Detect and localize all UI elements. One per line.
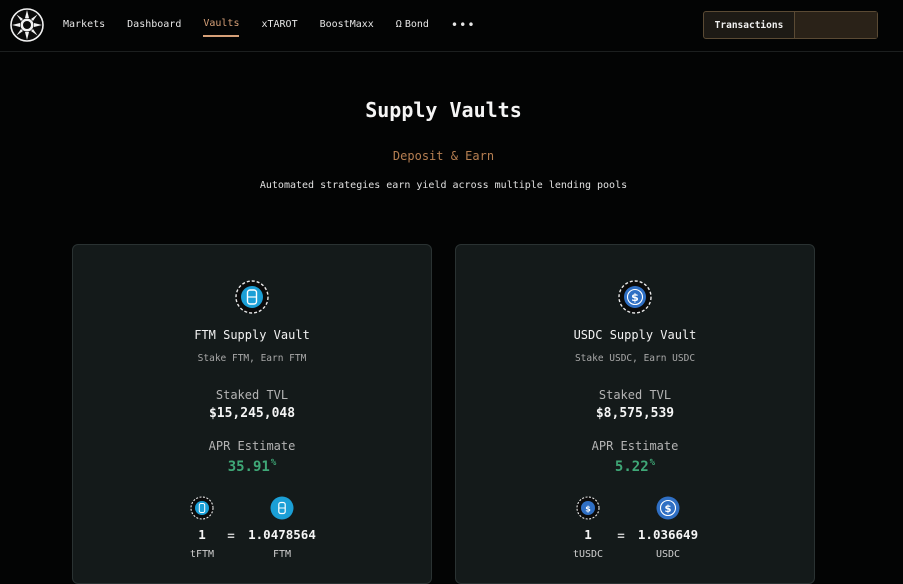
nav-markets[interactable]: Markets (63, 17, 105, 37)
apr-number: 5.22 (614, 459, 649, 475)
exchange-equals: = (227, 528, 235, 543)
vault-title: FTM Supply Vault (194, 328, 310, 342)
tvl-label: Staked TVL (598, 388, 672, 402)
vault-card-ftm[interactable]: FTM Supply Vault Stake FTM, Earn FTM Sta… (72, 244, 432, 584)
nav-boostmaxx[interactable]: BoostMaxx (320, 17, 374, 37)
vault-subtitle: Stake USDC, Earn USDC (574, 353, 696, 364)
account-button[interactable] (795, 12, 877, 38)
nav-bond[interactable]: Ω Bond (396, 17, 429, 37)
tvl-value: $8,575,539 (595, 406, 675, 421)
page-title: Supply Vaults (365, 98, 522, 122)
exchange-left-token: tFTM (189, 549, 215, 560)
tvl-value: $15,245,048 (208, 406, 296, 421)
svg-text:$: $ (631, 291, 639, 304)
apr-unit: % (649, 458, 656, 468)
exchange-left-token: tUSDC (572, 549, 604, 560)
apr-value: 5.22% (456, 458, 814, 475)
vault-title: USDC Supply Vault (573, 328, 697, 342)
exchange-right-amount: 1.0478564 (248, 527, 316, 542)
transactions-button[interactable]: Transactions (704, 12, 795, 38)
vault-card-usdc[interactable]: $ USDC Supply Vault Stake USDC, Earn USD… (455, 244, 815, 584)
nav-xtarot[interactable]: xTAROT (261, 17, 297, 37)
apr-value: 35.91% (73, 458, 431, 475)
omega-icon: Ω (395, 19, 402, 30)
transactions-label: Transactions (714, 19, 784, 31)
page-description: Automated strategies earn yield across m… (259, 180, 628, 191)
nav-dashboard-label: Dashboard (127, 19, 182, 30)
apr-number: 35.91 (227, 459, 270, 475)
vault-subtitle: Stake FTM, Earn FTM (197, 353, 307, 364)
apr-label: APR Estimate (591, 439, 679, 453)
nav-xtarot-label: xTAROT (261, 19, 298, 30)
wallet-controls: Transactions (703, 11, 878, 39)
tusdc-token-icon: $ (576, 496, 600, 520)
tftm-token-icon (190, 496, 214, 520)
exchange-right-amount: 1.036649 (637, 527, 699, 542)
nav-dashboard[interactable]: Dashboard (127, 17, 181, 37)
nav-vaults-label: Vaults (203, 18, 240, 29)
nav-bond-label: Bond (404, 19, 429, 30)
nav-boostmaxx-label: BoostMaxx (319, 19, 374, 30)
nav-vaults[interactable]: Vaults (203, 17, 240, 37)
apr-unit: % (270, 458, 277, 468)
svg-text:$: $ (585, 505, 591, 514)
main-nav: Markets Dashboard Vaults xTAROT BoostMax… (63, 17, 498, 37)
exchange-right-token: USDC (655, 549, 681, 560)
ftm-vault-icon (235, 280, 269, 314)
svg-text:$: $ (665, 504, 672, 515)
apr-label: APR Estimate (208, 439, 296, 453)
exchange-left-amount: 1 (584, 527, 592, 542)
tarot-logo-icon[interactable] (9, 7, 45, 43)
usdc-token-icon: $ (656, 496, 680, 520)
tvl-label: Staked TVL (215, 388, 289, 402)
exchange-left-amount: 1 (198, 527, 206, 542)
top-navigation-bar: Markets Dashboard Vaults xTAROT BoostMax… (0, 0, 903, 52)
usdc-vault-icon: $ (618, 280, 652, 314)
more-dots-icon: ••• (450, 18, 476, 32)
nav-more-button[interactable]: ••• (451, 17, 476, 37)
ftm-token-icon (270, 496, 294, 520)
nav-markets-label: Markets (63, 19, 106, 30)
exchange-equals: = (617, 528, 625, 543)
page-subtitle: Deposit & Earn (392, 149, 495, 163)
exchange-right-token: FTM (272, 549, 292, 560)
